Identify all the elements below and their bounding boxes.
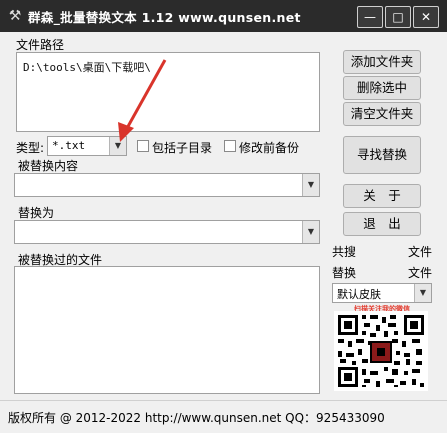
backup-label: 修改前备份 [239, 141, 300, 155]
chevron-down-icon[interactable]: ▼ [302, 174, 319, 196]
file-path-label: 文件路径 [16, 38, 65, 52]
skin-value: 默认皮肤 [337, 288, 381, 301]
add-folder-button[interactable]: 添加文件夹 [343, 50, 421, 74]
chevron-down-icon[interactable]: ▼ [302, 221, 319, 243]
replaced-count-unit: 文件 [408, 266, 433, 280]
clear-folders-button[interactable]: 清空文件夹 [343, 102, 421, 126]
replace-label: 替换为 [18, 206, 55, 220]
type-value: *.txt [52, 139, 86, 152]
chevron-down-icon[interactable]: ▼ [414, 284, 431, 302]
close-button[interactable]: ✕ [413, 6, 439, 28]
searched-count-unit: 文件 [408, 245, 433, 259]
exit-button[interactable]: 退 出 [343, 212, 421, 236]
search-input[interactable]: ▼ [14, 173, 320, 197]
window-title: 群森_批量替换文本 1.12 www.qunsen.net [28, 10, 301, 25]
copyright-text: 版权所有 @ 2012-2022 http://www.qunsen.net Q… [8, 411, 385, 425]
about-button[interactable]: 关 于 [343, 184, 421, 208]
search-label: 被替换内容 [18, 159, 79, 173]
status-bar: 版权所有 @ 2012-2022 http://www.qunsen.net Q… [0, 400, 447, 433]
skin-select[interactable]: 默认皮肤 ▼ [332, 283, 432, 303]
maximize-button[interactable]: □ [385, 6, 411, 28]
delete-selected-button[interactable]: 删除选中 [343, 76, 421, 100]
qr-code [334, 311, 428, 391]
find-replace-button[interactable]: 寻找替换 [343, 136, 421, 174]
type-label: 类型: [16, 141, 45, 155]
tools-icon: ⚒ [8, 8, 22, 24]
title-bar: ⚒ 群森_批量替换文本 1.12 www.qunsen.net — □ ✕ [0, 0, 447, 32]
replace-input[interactable]: ▼ [14, 220, 320, 244]
backup-checkbox[interactable] [224, 140, 236, 152]
annotation-arrow [118, 59, 167, 142]
replaced-files-list[interactable] [14, 266, 320, 394]
searched-count-label: 共搜 [332, 245, 357, 259]
minimize-button[interactable]: — [357, 6, 383, 28]
replaced-count-label: 替换 [332, 266, 357, 280]
